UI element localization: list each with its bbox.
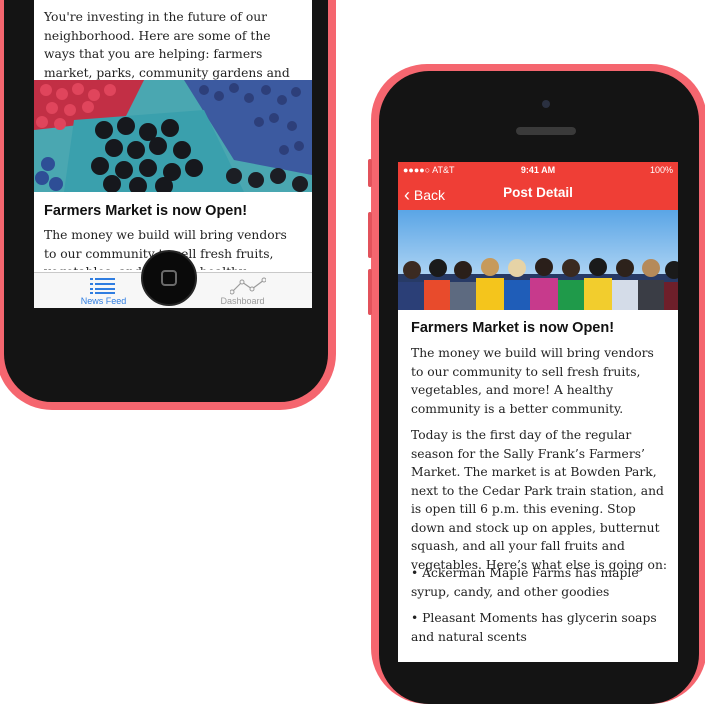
home-square-icon (161, 270, 177, 286)
bullet-item: • Pleasant Moments has glycerin soaps an… (411, 611, 657, 644)
home-button[interactable] (141, 250, 197, 306)
mute-switch (368, 159, 372, 187)
post-paragraph: Today is the first day of the regular se… (411, 428, 668, 572)
battery: 100% (649, 165, 673, 175)
volume-down-button (368, 269, 372, 315)
status-bar: ●●●●○ AT&T 9:41 AM 100% (398, 162, 678, 178)
right-phone-screen: ●●●●○ AT&T 9:41 AM 100% ‹ Back Post Deta… (398, 162, 678, 662)
line-graph-icon (230, 277, 266, 295)
volume-up-button (368, 212, 372, 258)
left-phone-bezel: You're investing in the future of our ne… (4, 0, 328, 402)
tab-label: Dashboard (220, 296, 265, 306)
post-paragraph: The money we build will bring vendors to… (411, 346, 654, 416)
speaker (516, 127, 576, 135)
clock: 9:41 AM (520, 165, 556, 175)
card-title[interactable]: Farmers Market is now Open! (44, 203, 247, 219)
berries-image[interactable] (34, 80, 312, 192)
camera (542, 100, 550, 108)
bullet-item: • Ackerman Maple Farms has maple syrup, … (411, 566, 639, 599)
list-icon (90, 278, 115, 294)
left-phone: You're investing in the future of our ne… (0, 0, 336, 410)
right-phone: ●●●●○ AT&T 9:41 AM 100% ‹ Back Post Deta… (368, 64, 705, 704)
nav-bar: ●●●●○ AT&T 9:41 AM 100% ‹ Back Post Deta… (398, 162, 678, 210)
nav-title: Post Detail (503, 185, 573, 200)
crowd-image[interactable] (398, 210, 678, 310)
post-title: Farmers Market is now Open! (411, 320, 615, 336)
